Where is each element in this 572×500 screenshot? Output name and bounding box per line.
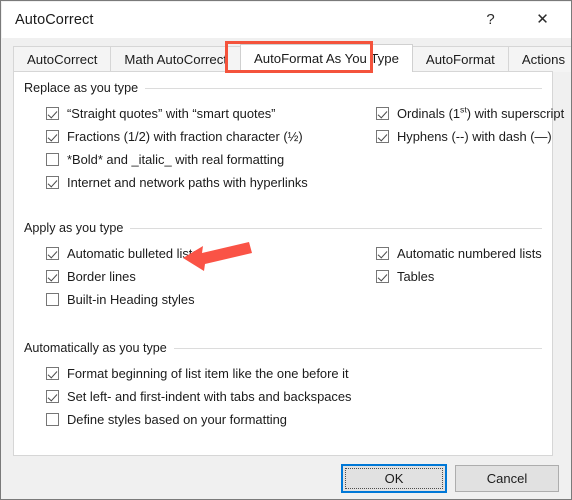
checkbox-box[interactable]	[46, 270, 59, 283]
checkbox-box[interactable]	[46, 413, 59, 426]
checkbox-built-in-heading-styles[interactable]: Built-in Heading styles	[46, 291, 199, 314]
group-title: Automatically as you type	[24, 341, 167, 355]
checkbox-automatic-bulleted-lists[interactable]: Automatic bulleted lists	[46, 245, 199, 268]
tab-autoformat[interactable]: AutoFormat	[411, 46, 509, 72]
checkbox-label: Hyphens (--) with dash (—)	[397, 129, 552, 144]
tab-content-panel: Replace as you type “Straight quotes” wi…	[13, 71, 564, 456]
checkbox-label: Format beginning of list item like the o…	[67, 366, 349, 381]
checkbox-label: *Bold* and _italic_ with real formatting	[67, 152, 285, 167]
checkbox-box[interactable]	[46, 247, 59, 260]
checkbox-box[interactable]	[46, 390, 59, 403]
window-title: AutoCorrect	[15, 12, 94, 28]
checkbox-box[interactable]	[46, 367, 59, 380]
checkbox-straight-quotes[interactable]: “Straight quotes” with “smart quotes”	[46, 105, 308, 128]
checkbox-label: Tables	[397, 269, 435, 284]
checkbox-box[interactable]	[376, 130, 389, 143]
checkbox-box[interactable]	[46, 107, 59, 120]
group-header: Automatically as you type	[24, 340, 542, 356]
checkbox-box[interactable]	[46, 153, 59, 166]
autocorrect-dialog: AutoCorrect ? ✕ AutoCorrect Math AutoCor…	[0, 0, 572, 500]
question-mark-icon: ?	[486, 10, 495, 28]
checkbox-set-left-and-first-indent[interactable]: Set left- and first-indent with tabs and…	[46, 388, 351, 411]
close-button[interactable]: ✕	[520, 1, 565, 37]
cancel-button[interactable]: Cancel	[455, 465, 559, 492]
group-divider	[145, 87, 542, 89]
ordinals-superscript: st	[460, 104, 467, 115]
checkbox-box[interactable]	[46, 293, 59, 306]
ordinals-label-head: Ordinals (1	[397, 106, 461, 121]
tab-math-autocorrect[interactable]: Math AutoCorrect	[110, 46, 241, 72]
tab-actions[interactable]: Actions	[507, 46, 571, 72]
group-body: Automatic bulleted lists Border lines Bu…	[24, 245, 542, 323]
ok-button[interactable]: OK	[341, 464, 447, 493]
checkbox-label: Define styles based on your formatting	[67, 412, 287, 427]
column-right: Automatic numbered lists Tables	[376, 245, 542, 291]
checkbox-automatic-numbered-lists[interactable]: Automatic numbered lists	[376, 245, 542, 268]
tab-autocorrect[interactable]: AutoCorrect	[13, 46, 112, 72]
checkbox-label: Automatic numbered lists	[397, 246, 542, 261]
checkbox-label: Automatic bulleted lists	[67, 246, 199, 261]
checkbox-hyphens[interactable]: Hyphens (--) with dash (—)	[376, 128, 564, 151]
checkbox-label: Ordinals (1st) with superscript	[397, 105, 564, 122]
checkbox-box[interactable]	[376, 247, 389, 260]
group-body: Format beginning of list item like the o…	[24, 365, 542, 443]
checkbox-tables[interactable]: Tables	[376, 268, 542, 291]
help-button[interactable]: ?	[468, 1, 513, 37]
checkbox-ordinals[interactable]: Ordinals (1st) with superscript	[376, 105, 564, 128]
column-left: Automatic bulleted lists Border lines Bu…	[46, 245, 199, 314]
group-header: Replace as you type	[24, 80, 542, 96]
checkbox-box[interactable]	[376, 270, 389, 283]
checkbox-box[interactable]	[46, 176, 59, 189]
checkbox-label: Internet and network paths with hyperlin…	[67, 175, 308, 190]
group-title: Replace as you type	[24, 81, 139, 95]
group-replace-as-you-type: Replace as you type “Straight quotes” wi…	[24, 80, 564, 205]
checkbox-define-styles-based-on-formatting[interactable]: Define styles based on your formatting	[46, 411, 351, 434]
tab-autoformat-as-you-type[interactable]: AutoFormat As You Type	[240, 44, 413, 72]
group-divider	[130, 227, 542, 229]
checkbox-format-beginning-of-list-item[interactable]: Format beginning of list item like the o…	[46, 365, 351, 388]
column-right: Ordinals (1st) with superscript Hyphens …	[376, 105, 564, 151]
group-header: Apply as you type	[24, 220, 542, 236]
column-left: Format beginning of list item like the o…	[46, 365, 351, 434]
checkbox-label: Set left- and first-indent with tabs and…	[67, 389, 352, 404]
cancel-button-label: Cancel	[486, 471, 528, 486]
group-body: “Straight quotes” with “smart quotes” Fr…	[24, 105, 564, 205]
ordinals-label-tail: ) with superscript	[466, 106, 565, 121]
checkbox-label: Border lines	[67, 269, 136, 284]
checkbox-border-lines[interactable]: Border lines	[46, 268, 199, 291]
close-icon: ✕	[536, 10, 549, 28]
group-title: Apply as you type	[24, 221, 124, 235]
column-left: “Straight quotes” with “smart quotes” Fr…	[46, 105, 308, 197]
checkbox-bold-italic[interactable]: *Bold* and _italic_ with real formatting	[46, 151, 308, 174]
checkbox-fractions[interactable]: Fractions (1/2) with fraction character …	[46, 128, 308, 151]
group-apply-as-you-type: Apply as you type Automatic bulleted lis…	[24, 220, 542, 323]
tab-strip: AutoCorrect Math AutoCorrect AutoFormat …	[13, 44, 571, 72]
checkbox-label: Fractions (1/2) with fraction character …	[67, 129, 303, 144]
checkbox-label: Built-in Heading styles	[67, 292, 195, 307]
group-divider	[173, 347, 542, 349]
ok-button-label: OK	[384, 471, 404, 486]
checkbox-box[interactable]	[376, 107, 389, 120]
checkbox-label: “Straight quotes” with “smart quotes”	[67, 106, 276, 121]
checkbox-box[interactable]	[46, 130, 59, 143]
group-automatically-as-you-type: Automatically as you type Format beginni…	[24, 340, 542, 443]
checkbox-internet-paths[interactable]: Internet and network paths with hyperlin…	[46, 174, 308, 197]
